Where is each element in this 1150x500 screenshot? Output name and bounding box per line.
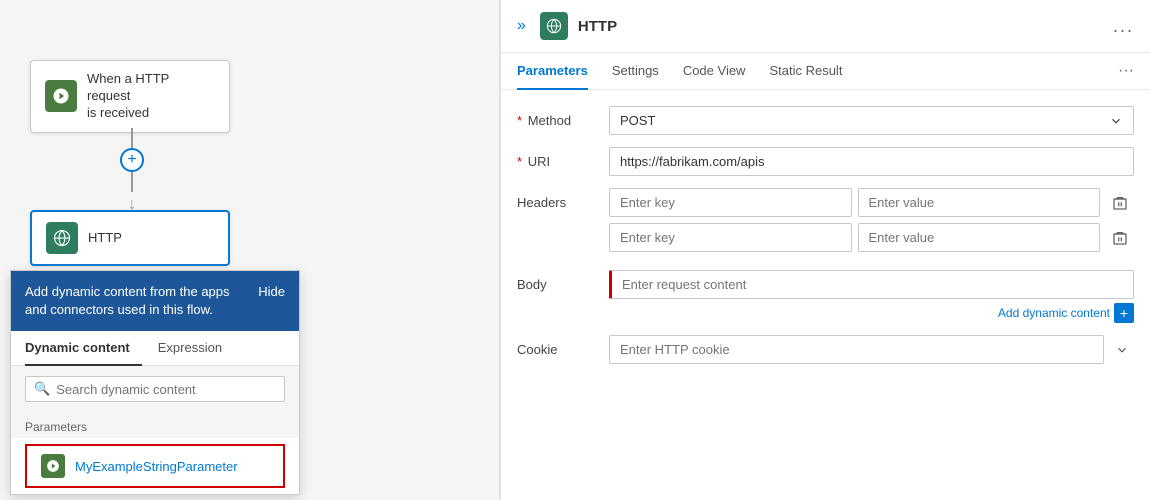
cookie-row: Cookie <box>517 335 1134 364</box>
body-control: Add dynamic content + <box>609 270 1134 323</box>
search-box: 🔍 <box>25 376 285 402</box>
method-required: * <box>517 113 522 128</box>
uri-input[interactable] <box>609 147 1134 176</box>
popup-section-label: Parameters <box>11 412 299 438</box>
cookie-field <box>609 335 1134 364</box>
panel-title: HTTP <box>578 18 617 35</box>
header-key-1[interactable] <box>609 188 852 217</box>
right-panel: » HTTP ... Parameters Settings Code View… <box>500 0 1150 500</box>
connector-line-bottom <box>131 172 133 192</box>
cookie-control <box>609 335 1134 364</box>
http-node-icon <box>46 222 78 254</box>
connector-line-top <box>131 128 133 148</box>
tab-static-result[interactable]: Static Result <box>769 53 842 90</box>
uri-label: * URI <box>517 147 597 169</box>
add-step-button-1[interactable]: + <box>120 148 144 172</box>
cookie-input[interactable] <box>609 335 1104 364</box>
connector-1: + <box>120 128 144 192</box>
tab-settings[interactable]: Settings <box>612 53 659 90</box>
dynamic-content-popup: Add dynamic content from the apps and co… <box>10 270 300 495</box>
trigger-node[interactable]: When a HTTP request is received <box>30 60 230 133</box>
header-val-1[interactable] <box>858 188 1101 217</box>
tab-more-button[interactable]: ··· <box>1118 62 1134 80</box>
search-icon: 🔍 <box>34 381 50 397</box>
panel-more-button[interactable]: ... <box>1113 16 1134 37</box>
method-select[interactable]: POST <box>609 106 1134 135</box>
uri-row: * URI <box>517 147 1134 176</box>
popup-tab-expression[interactable]: Expression <box>158 331 234 366</box>
cookie-label: Cookie <box>517 335 597 357</box>
add-dynamic-link[interactable]: Add dynamic content <box>998 306 1110 320</box>
body-field-wrapper <box>609 270 1134 299</box>
canvas-area: When a HTTP request is received + ↓ HTTP… <box>0 0 500 500</box>
body-input[interactable] <box>609 270 1134 299</box>
headers-row-label: Headers <box>517 188 1134 258</box>
expand-icon[interactable]: » <box>517 17 526 35</box>
trigger-node-icon <box>45 80 77 112</box>
method-control: POST <box>609 106 1134 135</box>
popup-header-text: Add dynamic content from the apps and co… <box>25 283 248 319</box>
cookie-chevron[interactable] <box>1110 338 1134 362</box>
add-dynamic-row: Add dynamic content + <box>609 303 1134 323</box>
method-row: * Method POST <box>517 106 1134 135</box>
panel-header-left: » HTTP <box>517 12 617 40</box>
method-label: * Method <box>517 106 597 128</box>
http-node-text: HTTP <box>88 230 122 247</box>
header-val-2[interactable] <box>858 223 1101 252</box>
headers-control <box>609 188 1134 258</box>
header-key-2[interactable] <box>609 223 852 252</box>
popup-hide-button[interactable]: Hide <box>258 283 285 301</box>
panel-tabs: Parameters Settings Code View Static Res… <box>501 53 1150 90</box>
body-label: Body <box>517 270 597 292</box>
uri-required: * <box>517 154 522 169</box>
popup-item-string-param[interactable]: MyExampleStringParameter <box>25 444 285 488</box>
uri-control <box>609 147 1134 176</box>
item-icon <box>41 454 65 478</box>
trigger-node-text: When a HTTP request is received <box>87 71 215 122</box>
item-label: MyExampleStringParameter <box>75 459 238 474</box>
panel-header: » HTTP ... <box>501 0 1150 53</box>
popup-tab-dynamic[interactable]: Dynamic content <box>25 331 142 366</box>
tab-code-view[interactable]: Code View <box>683 53 746 90</box>
popup-tabs: Dynamic content Expression <box>11 331 299 366</box>
tab-parameters[interactable]: Parameters <box>517 53 588 90</box>
headers-label: Headers <box>517 188 597 210</box>
delete-header-2[interactable] <box>1106 224 1134 252</box>
http-node[interactable]: HTTP <box>30 210 230 266</box>
search-input[interactable] <box>56 382 276 397</box>
body-row: Body Add dynamic content + <box>517 270 1134 323</box>
delete-header-1[interactable] <box>1106 189 1134 217</box>
add-dynamic-btn[interactable]: + <box>1114 303 1134 323</box>
popup-header: Add dynamic content from the apps and co… <box>11 271 299 331</box>
panel-node-icon <box>540 12 568 40</box>
popup-search-area: 🔍 <box>11 366 299 412</box>
headers-row-2 <box>609 223 1134 252</box>
headers-row-1 <box>609 188 1134 217</box>
panel-form: * Method POST * URI <box>501 90 1150 500</box>
